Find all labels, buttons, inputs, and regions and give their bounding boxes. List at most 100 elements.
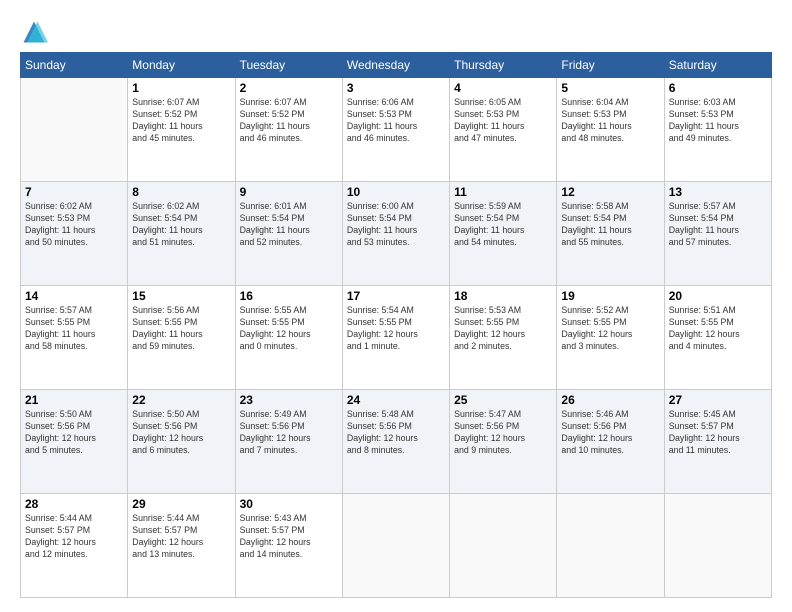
day-info: Sunrise: 5:57 AM Sunset: 5:54 PM Dayligh… [669,201,767,249]
day-number: 13 [669,185,767,199]
calendar-cell: 19 Sunrise: 5:52 AM Sunset: 5:55 PM Dayli… [557,286,664,390]
calendar-cell: 15Sunrise: 5:56 AM Sunset: 5:55 PM Dayli… [128,286,235,390]
calendar-cell: 11 Sunrise: 5:59 AM Sunset: 5:54 PM Dayli… [450,182,557,286]
calendar-cell: 28 Sunrise: 5:44 AM Sunset: 5:57 PM Dayli… [21,494,128,598]
day-info: Sunrise: 5:47 AM Sunset: 5:56 PM Dayligh… [454,409,552,457]
day-info: Sunrise: 5:53 AM Sunset: 5:55 PM Dayligh… [454,305,552,353]
calendar-cell: 17 Sunrise: 5:54 AM Sunset: 5:55 PM Dayli… [342,286,449,390]
day-number: 17 [347,289,445,303]
day-number: 25 [454,393,552,407]
weekday-header: Wednesday [342,53,449,78]
day-number: 7 [25,185,123,199]
page: SundayMondayTuesdayWednesdayThursdayFrid… [0,0,792,612]
weekday-header: Friday [557,53,664,78]
day-number: 1 [132,81,230,95]
day-number: 19 [561,289,659,303]
calendar-cell: 2 Sunrise: 6:07 AM Sunset: 5:52 PM Daylig… [235,78,342,182]
day-info: Sunrise: 6:02 AM Sunset: 5:54 PM Dayligh… [132,201,230,249]
day-number: 18 [454,289,552,303]
calendar-cell: 29Sunrise: 5:44 AM Sunset: 5:57 PM Dayli… [128,494,235,598]
logo [20,18,52,46]
calendar-cell: 1 Sunrise: 6:07 AM Sunset: 5:52 PM Daylig… [128,78,235,182]
calendar-cell: 20Sunrise: 5:51 AM Sunset: 5:55 PM Dayli… [664,286,771,390]
day-info: Sunrise: 5:44 AM Sunset: 5:57 PM Dayligh… [132,513,230,561]
day-info: Sunrise: 6:06 AM Sunset: 5:53 PM Dayligh… [347,97,445,145]
day-number: 23 [240,393,338,407]
calendar-cell: 18 Sunrise: 5:53 AM Sunset: 5:55 PM Dayli… [450,286,557,390]
day-number: 20 [669,289,767,303]
day-number: 14 [25,289,123,303]
calendar-cell [342,494,449,598]
day-number: 24 [347,393,445,407]
day-info: Sunrise: 6:00 AM Sunset: 5:54 PM Dayligh… [347,201,445,249]
weekday-header: Monday [128,53,235,78]
calendar-week-row: 1 Sunrise: 6:07 AM Sunset: 5:52 PM Daylig… [21,78,772,182]
day-number: 6 [669,81,767,95]
day-info: Sunrise: 5:45 AM Sunset: 5:57 PM Dayligh… [669,409,767,457]
day-info: Sunrise: 5:50 AM Sunset: 5:56 PM Dayligh… [25,409,123,457]
day-info: Sunrise: 5:58 AM Sunset: 5:54 PM Dayligh… [561,201,659,249]
calendar-week-row: 14 Sunrise: 5:57 AM Sunset: 5:55 PM Dayli… [21,286,772,390]
day-info: Sunrise: 5:52 AM Sunset: 5:55 PM Dayligh… [561,305,659,353]
calendar-cell: 22Sunrise: 5:50 AM Sunset: 5:56 PM Dayli… [128,390,235,494]
day-number: 3 [347,81,445,95]
day-info: Sunrise: 5:59 AM Sunset: 5:54 PM Dayligh… [454,201,552,249]
calendar-cell [450,494,557,598]
calendar-cell: 7 Sunrise: 6:02 AM Sunset: 5:53 PM Daylig… [21,182,128,286]
calendar-cell: 26Sunrise: 5:46 AM Sunset: 5:56 PM Dayli… [557,390,664,494]
calendar-week-row: 28 Sunrise: 5:44 AM Sunset: 5:57 PM Dayli… [21,494,772,598]
day-info: Sunrise: 5:46 AM Sunset: 5:56 PM Dayligh… [561,409,659,457]
calendar-cell: 24 Sunrise: 5:48 AM Sunset: 5:56 PM Dayli… [342,390,449,494]
day-number: 2 [240,81,338,95]
day-info: Sunrise: 5:54 AM Sunset: 5:55 PM Dayligh… [347,305,445,353]
calendar-cell: 3 Sunrise: 6:06 AM Sunset: 5:53 PM Daylig… [342,78,449,182]
day-info: Sunrise: 6:03 AM Sunset: 5:53 PM Dayligh… [669,97,767,145]
calendar-cell: 13 Sunrise: 5:57 AM Sunset: 5:54 PM Dayli… [664,182,771,286]
weekday-header: Sunday [21,53,128,78]
calendar-week-row: 7 Sunrise: 6:02 AM Sunset: 5:53 PM Daylig… [21,182,772,286]
calendar-cell: 14 Sunrise: 5:57 AM Sunset: 5:55 PM Dayli… [21,286,128,390]
day-info: Sunrise: 5:43 AM Sunset: 5:57 PM Dayligh… [240,513,338,561]
day-number: 27 [669,393,767,407]
day-info: Sunrise: 6:02 AM Sunset: 5:53 PM Dayligh… [25,201,123,249]
header [20,18,772,46]
day-info: Sunrise: 5:49 AM Sunset: 5:56 PM Dayligh… [240,409,338,457]
calendar-cell: 25 Sunrise: 5:47 AM Sunset: 5:56 PM Dayli… [450,390,557,494]
day-info: Sunrise: 6:07 AM Sunset: 5:52 PM Dayligh… [240,97,338,145]
weekday-header: Tuesday [235,53,342,78]
day-number: 8 [132,185,230,199]
day-number: 22 [132,393,230,407]
day-number: 30 [240,497,338,511]
day-info: Sunrise: 5:57 AM Sunset: 5:55 PM Dayligh… [25,305,123,353]
day-info: Sunrise: 6:07 AM Sunset: 5:52 PM Dayligh… [132,97,230,145]
calendar-cell: 23 Sunrise: 5:49 AM Sunset: 5:56 PM Dayli… [235,390,342,494]
day-number: 12 [561,185,659,199]
calendar-cell: 16 Sunrise: 5:55 AM Sunset: 5:55 PM Dayli… [235,286,342,390]
calendar-cell [21,78,128,182]
day-info: Sunrise: 6:05 AM Sunset: 5:53 PM Dayligh… [454,97,552,145]
calendar-cell [557,494,664,598]
logo-icon [20,18,48,46]
calendar-cell: 5 Sunrise: 6:04 AM Sunset: 5:53 PM Daylig… [557,78,664,182]
day-number: 11 [454,185,552,199]
day-info: Sunrise: 5:55 AM Sunset: 5:55 PM Dayligh… [240,305,338,353]
day-info: Sunrise: 5:56 AM Sunset: 5:55 PM Dayligh… [132,305,230,353]
day-info: Sunrise: 6:04 AM Sunset: 5:53 PM Dayligh… [561,97,659,145]
calendar-cell: 21Sunrise: 5:50 AM Sunset: 5:56 PM Dayli… [21,390,128,494]
calendar-cell: 10 Sunrise: 6:00 AM Sunset: 5:54 PM Dayli… [342,182,449,286]
calendar-cell [664,494,771,598]
calendar-cell: 6 Sunrise: 6:03 AM Sunset: 5:53 PM Daylig… [664,78,771,182]
day-number: 16 [240,289,338,303]
calendar-cell: 9 Sunrise: 6:01 AM Sunset: 5:54 PM Daylig… [235,182,342,286]
calendar-header-row: SundayMondayTuesdayWednesdayThursdayFrid… [21,53,772,78]
day-info: Sunrise: 6:01 AM Sunset: 5:54 PM Dayligh… [240,201,338,249]
day-number: 5 [561,81,659,95]
day-number: 9 [240,185,338,199]
day-info: Sunrise: 5:48 AM Sunset: 5:56 PM Dayligh… [347,409,445,457]
day-number: 10 [347,185,445,199]
calendar-cell: 4Sunrise: 6:05 AM Sunset: 5:53 PM Daylig… [450,78,557,182]
day-info: Sunrise: 5:44 AM Sunset: 5:57 PM Dayligh… [25,513,123,561]
day-number: 28 [25,497,123,511]
weekday-header: Thursday [450,53,557,78]
calendar-cell: 8 Sunrise: 6:02 AM Sunset: 5:54 PM Daylig… [128,182,235,286]
